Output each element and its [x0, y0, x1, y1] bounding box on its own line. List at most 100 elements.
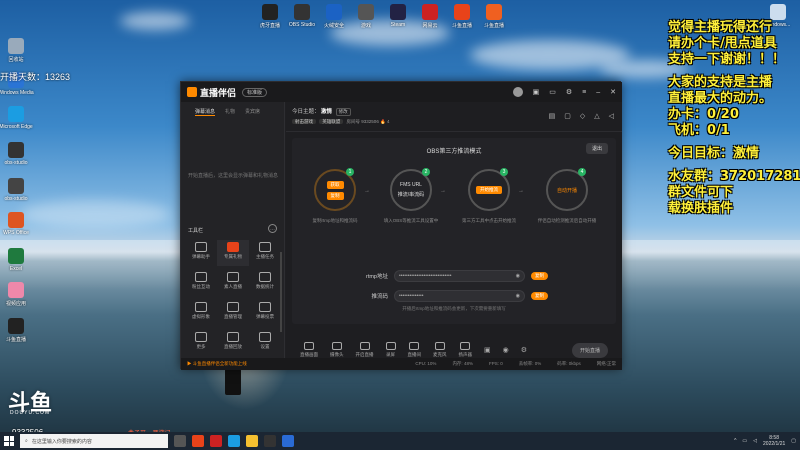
- copy-rtmp-button[interactable]: 复制: [531, 272, 548, 280]
- stream-days-counter: 开播天数：13263: [0, 72, 71, 82]
- tool-item[interactable]: 直播管理: [217, 300, 249, 326]
- copy-button[interactable]: 复制: [326, 191, 344, 200]
- gear-icon[interactable]: ⚙: [521, 346, 527, 354]
- desktop-icon-label: obs-studio: [4, 160, 28, 166]
- douyu-taskbar-icon[interactable]: [192, 435, 204, 447]
- camera-icon[interactable]: ▣: [484, 346, 491, 354]
- subcategory-tag[interactable]: 英雄联盟: [319, 119, 344, 124]
- menu-icon[interactable]: ≡: [582, 89, 586, 96]
- close-icon[interactable]: ✕: [610, 88, 616, 96]
- obs-taskbar-icon[interactable]: [264, 435, 276, 447]
- desktop-icon[interactable]: obs-studio: [0, 142, 36, 166]
- tool-item[interactable]: 专属礼物: [217, 240, 249, 266]
- left-tab[interactable]: 弹幕消息: [195, 108, 216, 116]
- scrollbar[interactable]: [280, 252, 282, 332]
- eye-icon[interactable]: ◉: [503, 346, 509, 354]
- share-icon[interactable]: ◁: [609, 112, 614, 120]
- chevron-up-icon[interactable]: ^: [734, 438, 736, 444]
- netease-taskbar-icon[interactable]: [210, 435, 222, 447]
- folder-taskbar-icon[interactable]: [246, 435, 258, 447]
- avatar[interactable]: [512, 87, 523, 97]
- tool-item[interactable]: 弹幕助手: [185, 240, 217, 266]
- app-taskbar-icon[interactable]: [282, 435, 294, 447]
- app-icon: [8, 212, 24, 228]
- edit-topic-button[interactable]: 修改: [335, 108, 351, 116]
- version-badge[interactable]: 标准版: [242, 87, 268, 97]
- desktop-icon[interactable]: 视频应用: [0, 282, 36, 307]
- minimize-icon[interactable]: –: [596, 89, 600, 96]
- overlay-line: 今日目标：激情: [668, 146, 760, 161]
- streamer-overlay-text: 觉得主播玩得还行 请办个卡/甩点道具 支持一下谢谢！！！ 大家的支持是主播 直播最大的动…: [668, 20, 800, 217]
- clock[interactable]: 8:58 2022/1/21: [763, 435, 785, 447]
- step-desc: 第三方工具中点击开始推流: [462, 218, 516, 223]
- left-tabs: 弹幕消息 礼物 贵宾席: [181, 102, 284, 122]
- left-tab[interactable]: 贵宾席: [245, 108, 260, 116]
- get-button[interactable]: 获取: [326, 180, 344, 189]
- rtmp-input[interactable]: •••••••••••••••••••••••••••••• ◉: [394, 270, 525, 282]
- bottom-tool[interactable]: 录屏: [385, 342, 396, 358]
- bottom-tool[interactable]: 直播画面: [300, 342, 318, 358]
- message-icon[interactable]: ▭: [549, 88, 556, 96]
- bottom-tool-icon: [434, 342, 445, 350]
- tool-item[interactable]: 数据统计: [249, 270, 281, 296]
- tool-icon: [227, 332, 239, 342]
- tool-item[interactable]: 弹幕投票: [249, 300, 281, 326]
- bottom-tool[interactable]: 开启直播: [356, 342, 374, 358]
- desktop-icon[interactable]: WPS Office: [0, 212, 36, 236]
- step-text: FMS URL: [400, 182, 422, 188]
- status-item: 码率: 0kbps: [557, 361, 581, 366]
- status-item: 内存: 48%: [452, 361, 473, 366]
- shield-icon[interactable]: ◇: [580, 112, 585, 120]
- task-view-icon[interactable]: [174, 435, 186, 447]
- logo-icon: [187, 87, 197, 97]
- volume-icon[interactable]: ◁: [753, 438, 757, 444]
- edge-taskbar-icon[interactable]: [228, 435, 240, 447]
- arrow-icon: →: [364, 188, 370, 194]
- desktop-icon[interactable]: Microsoft Edge: [0, 106, 36, 130]
- eye-icon[interactable]: ◉: [516, 293, 520, 299]
- tool-label: 专属礼物: [224, 254, 242, 259]
- windows-start-icon[interactable]: [4, 436, 14, 446]
- notice-link[interactable]: ▶ 斗鱼直播伴侣全新功能上线: [187, 361, 247, 367]
- bottom-tool[interactable]: 麦克风: [433, 342, 447, 358]
- tool-item[interactable]: 直播回放: [217, 330, 249, 356]
- stream-key-input[interactable]: •••••••••••••• ◉: [394, 290, 525, 302]
- desktop-icon[interactable]: 回收站: [0, 38, 36, 63]
- bag-icon[interactable]: ▢: [564, 112, 571, 120]
- exit-button[interactable]: 退出: [585, 143, 608, 154]
- tool-item[interactable]: 素人直播: [217, 270, 249, 296]
- desktop-icon[interactable]: 斗鱼直播: [474, 4, 514, 29]
- bottom-tool[interactable]: 扬声器: [459, 342, 472, 358]
- desktop-icon[interactable]: 斗鱼直播: [0, 318, 36, 343]
- gift-icon[interactable]: ▤: [549, 112, 556, 120]
- tool-item[interactable]: 粉丝互动: [185, 270, 217, 296]
- tool-icon: [227, 272, 239, 282]
- notification-icon[interactable]: ▢: [791, 438, 796, 444]
- copy-key-button[interactable]: 复制: [531, 292, 548, 300]
- skin-icon[interactable]: ▣: [533, 88, 540, 96]
- left-sidebar: 弹幕消息 礼物 贵宾席 开始直播后，这里会显示弹幕和礼物消息 工具栏 … 弹幕助手 专…: [181, 102, 285, 370]
- bell-icon[interactable]: △: [594, 112, 599, 120]
- app-icon: [8, 38, 24, 54]
- more-tools-icon[interactable]: …: [268, 224, 277, 233]
- desktop-icon[interactable]: obs-studio: [0, 178, 36, 202]
- bottom-tool[interactable]: 直播间: [408, 342, 421, 358]
- overlay-line: [668, 68, 800, 75]
- network-icon[interactable]: ▭: [742, 438, 747, 444]
- tool-item[interactable]: 虚拟形象: [185, 300, 217, 326]
- desktop-icon-label: Excel: [9, 266, 23, 272]
- tool-item[interactable]: 更多: [185, 330, 217, 356]
- taskbar-search[interactable]: ⌕ 在这里输入你要搜索的内容: [20, 434, 168, 448]
- tool-item[interactable]: 设置: [249, 330, 281, 356]
- app-icon: [454, 4, 470, 20]
- desktop-icon[interactable]: Excel: [0, 248, 36, 272]
- left-tab[interactable]: 礼物: [225, 108, 235, 116]
- start-live-button[interactable]: 开始直播: [571, 342, 608, 358]
- tool-item[interactable]: 主播任务: [249, 240, 281, 266]
- category-tag[interactable]: 射击游戏: [292, 119, 316, 124]
- clock-date: 2022/1/21: [763, 441, 786, 447]
- settings-icon[interactable]: ⚙: [566, 88, 572, 96]
- bottom-tool[interactable]: 摄像头: [330, 342, 344, 358]
- eye-icon[interactable]: ◉: [516, 273, 520, 279]
- key-value: ••••••••••••••: [399, 293, 424, 299]
